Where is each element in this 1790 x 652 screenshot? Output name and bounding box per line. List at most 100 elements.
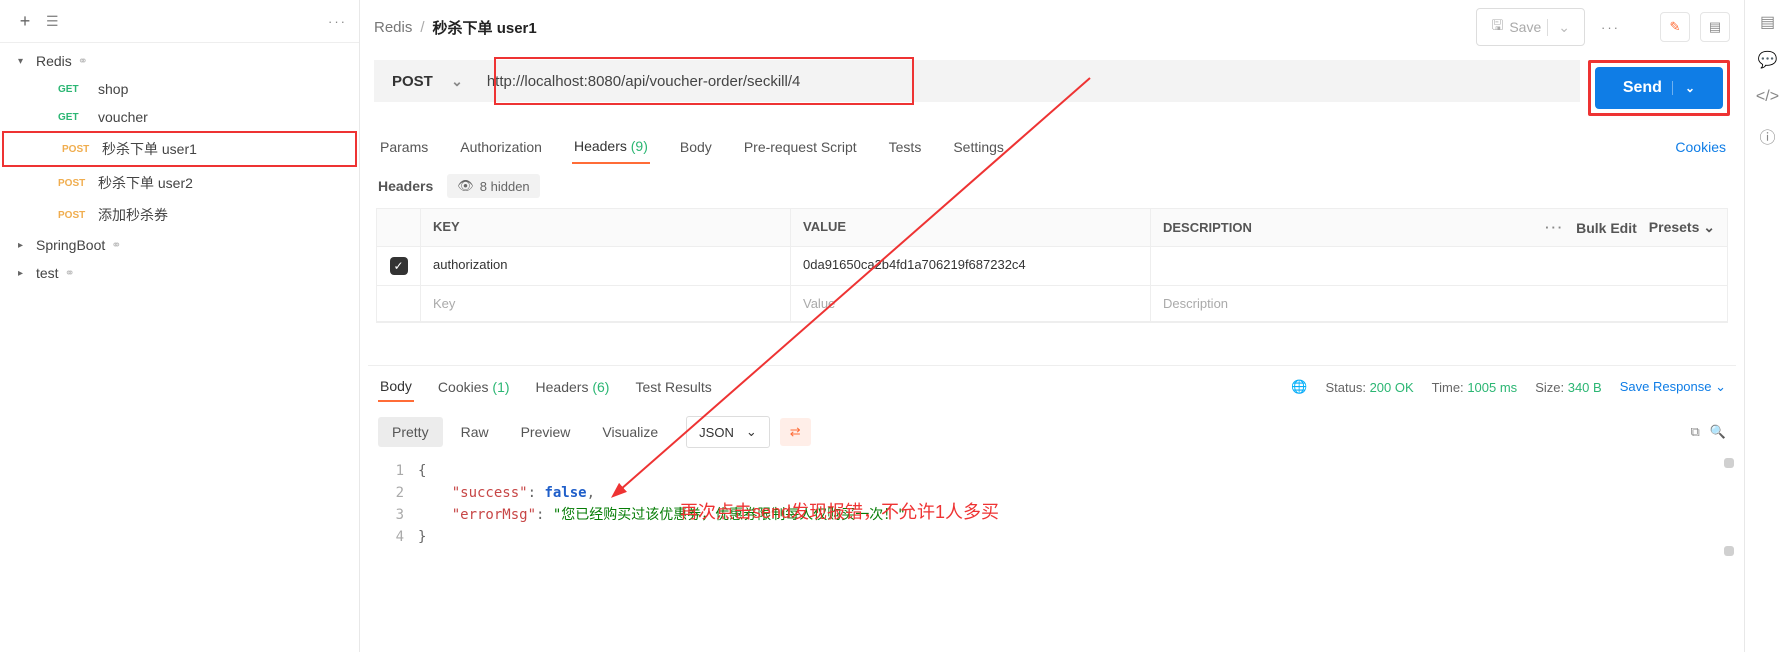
save-response-dropdown[interactable]: Save Response ⌄ (1620, 379, 1726, 395)
view-pretty[interactable]: Pretty (378, 417, 443, 447)
folder-test[interactable]: ▸ test ⚭ (0, 259, 359, 287)
edit-icon[interactable]: ✎ (1660, 12, 1690, 42)
comments-icon[interactable]: 💬 (1758, 50, 1778, 70)
annotation-text: 再次点击send发现报错，不允许1人多买 (680, 498, 999, 524)
tab-params[interactable]: Params (378, 131, 430, 163)
format-select[interactable]: JSON⌄ (686, 416, 770, 448)
right-rail: ▤ 💬 </> ⓘ (1744, 0, 1790, 652)
folder-redis[interactable]: ▾ Redis ⚭ (0, 47, 359, 75)
column-value: VALUE (791, 209, 1151, 246)
column-key: KEY (421, 209, 791, 246)
status-label: Status: 200 OK (1325, 380, 1413, 395)
tab-headers[interactable]: Headers (9) (572, 130, 650, 164)
tab-tests[interactable]: Tests (887, 131, 924, 163)
view-raw[interactable]: Raw (447, 417, 503, 447)
people-icon: ⚭ (111, 238, 121, 252)
headers-table: KEY VALUE DESCRIPTION ··· Bulk Edit Pres… (376, 208, 1728, 323)
breadcrumb-parent[interactable]: Redis (374, 19, 412, 36)
breadcrumb-current: 秒杀下单 user1 (433, 17, 537, 38)
line-number: 2 (378, 482, 418, 504)
sidebar: + ☰ ··· ▾ Redis ⚭ GET shop GET voucher P… (0, 0, 360, 652)
folder-springboot[interactable]: ▸ SpringBoot ⚭ (0, 231, 359, 259)
response-tabs: Body Cookies (1) Headers (6) Test Result… (368, 365, 1736, 408)
headers-title: Headers (378, 178, 433, 194)
more-actions-icon[interactable]: ··· (1595, 20, 1626, 35)
size-label: Size: 340 B (1535, 380, 1602, 395)
header-desc-input[interactable]: Description (1151, 286, 1727, 321)
request-item-voucher[interactable]: GET voucher (0, 103, 359, 131)
folder-label: Redis (36, 53, 72, 69)
line-number: 4 (378, 526, 418, 548)
line-number: 1 (378, 460, 418, 482)
method-badge: POST (58, 178, 90, 189)
tab-body[interactable]: Body (678, 131, 714, 163)
line-number: 3 (378, 504, 418, 526)
response-tab-headers[interactable]: Headers (6) (534, 373, 612, 401)
view-visualize[interactable]: Visualize (588, 417, 672, 447)
response-tab-tests[interactable]: Test Results (633, 373, 713, 401)
request-label: 添加秒杀券 (98, 205, 168, 225)
header-key[interactable]: authorization (421, 247, 791, 285)
checkbox-checked[interactable]: ✓ (390, 257, 408, 275)
header-value[interactable]: 0da91650ca2b4fd1a706219f687232c4 (791, 247, 1151, 285)
request-label: 秒杀下单 user2 (98, 173, 193, 193)
comment-icon[interactable]: ▤ (1700, 12, 1730, 42)
cookies-link[interactable]: Cookies (1675, 139, 1726, 155)
view-preview[interactable]: Preview (507, 417, 585, 447)
copy-icon[interactable]: ⧉ (1691, 424, 1700, 440)
method-badge: GET (58, 112, 90, 123)
request-label: voucher (98, 109, 148, 125)
header-key-input[interactable]: Key (421, 286, 791, 321)
people-icon: ⚭ (65, 266, 75, 280)
json-response: 1{ 2 "success": false, 3 "errorMsg": "您已… (368, 456, 1736, 558)
header-row-empty[interactable]: Key Value Description (377, 286, 1727, 322)
chevron-down-icon[interactable]: ⌄ (1672, 81, 1695, 95)
search-icon[interactable]: 🔍 (1710, 424, 1726, 440)
chevron-down-icon: ▾ (18, 56, 32, 67)
bulk-edit-link[interactable]: Bulk Edit (1576, 220, 1637, 236)
sidebar-toolbar: + ☰ ··· (0, 0, 359, 43)
docs-icon[interactable]: ▤ (1760, 12, 1775, 32)
eye-icon: 👁 (457, 178, 474, 194)
info-icon[interactable]: ⓘ (1759, 124, 1775, 148)
save-icon: 🖫 (1491, 15, 1503, 39)
people-icon: ⚭ (78, 54, 88, 68)
chevron-down-icon: ⌄ (746, 424, 757, 440)
new-button[interactable]: + (12, 8, 38, 34)
more-options-icon[interactable]: ··· (328, 14, 347, 29)
header-row[interactable]: ✓ authorization 0da91650ca2b4fd1a706219f… (377, 247, 1727, 286)
header-value-input[interactable]: Value (791, 286, 1151, 321)
headers-subheader: Headers 👁 8 hidden (368, 164, 1736, 208)
request-item-shop[interactable]: GET shop (0, 75, 359, 103)
tab-prerequest[interactable]: Pre-request Script (742, 131, 859, 163)
request-label: 秒杀下单 user1 (102, 139, 197, 159)
column-options-icon[interactable]: ··· (1545, 220, 1564, 235)
column-description: DESCRIPTION (1163, 220, 1252, 235)
code-icon[interactable]: </> (1756, 88, 1779, 106)
globe-icon[interactable]: 🌐 (1291, 379, 1307, 395)
method-badge: GET (58, 84, 90, 95)
filter-icon[interactable]: ☰ (46, 13, 59, 30)
tab-authorization[interactable]: Authorization (458, 131, 544, 163)
response-tab-body[interactable]: Body (378, 372, 414, 402)
wrap-icon[interactable]: ⇄ (780, 418, 811, 446)
hidden-toggle[interactable]: 👁 8 hidden (447, 174, 539, 198)
request-label: shop (98, 81, 128, 97)
method-select[interactable]: POST (374, 60, 473, 102)
request-item-add-coupon[interactable]: POST 添加秒杀券 (0, 199, 359, 231)
send-button[interactable]: Send ⌄ (1595, 67, 1723, 109)
method-badge: POST (62, 144, 94, 155)
request-item-seckill-user2[interactable]: POST 秒杀下单 user2 (0, 167, 359, 199)
request-tabs: Params Authorization Headers (9) Body Pr… (368, 126, 1736, 164)
presets-dropdown[interactable]: Presets ⌄ (1649, 219, 1715, 236)
method-badge: POST (58, 210, 90, 221)
collection-tree: ▾ Redis ⚭ GET shop GET voucher POST 秒杀下单… (0, 43, 359, 291)
response-tab-cookies[interactable]: Cookies (1) (436, 373, 512, 401)
save-button[interactable]: 🖫 Save ⌄ (1476, 8, 1585, 46)
chevron-down-icon[interactable]: ⌄ (1547, 19, 1570, 36)
request-item-seckill-user1[interactable]: POST 秒杀下单 user1 (2, 131, 357, 167)
chevron-right-icon: ▸ (18, 240, 32, 251)
folder-label: SpringBoot (36, 237, 105, 253)
chevron-right-icon: ▸ (18, 268, 32, 279)
tab-settings[interactable]: Settings (951, 131, 1006, 163)
